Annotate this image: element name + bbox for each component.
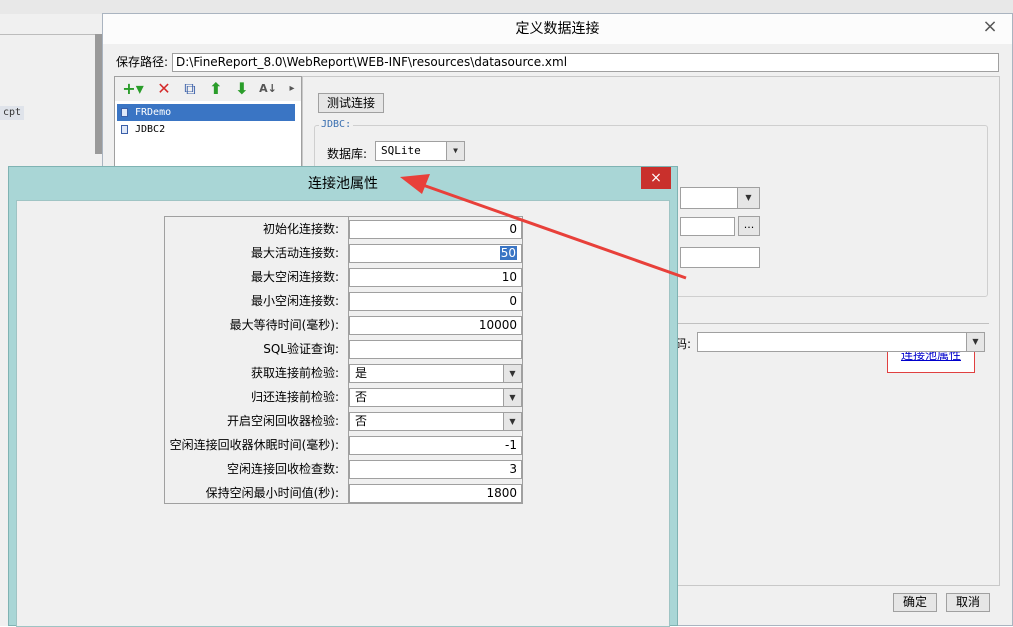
cancel-button[interactable]: 取消 [946, 593, 990, 612]
form-label: 空闲连接回收检查数: [226, 462, 339, 476]
test-connection-button[interactable]: 测试连接 [318, 93, 384, 113]
input-value: 10000 [478, 318, 517, 332]
file-type-tag: cpt [0, 106, 24, 120]
form-row: 最大等待时间(毫秒): 10000 [165, 313, 522, 337]
form-row: 初始化连接数: 0 [165, 217, 522, 241]
form-input[interactable]: -1 [349, 436, 522, 455]
form-label: 最大活动连接数: [250, 246, 339, 260]
form-row: 最大活动连接数: 50 [165, 241, 522, 265]
pool-dialog-body: 初始化连接数: 0 最大活动连接数: 50 最大空闲连接数: 10 最小空闲连接数: 0 最大等… [16, 200, 670, 627]
form-row: 空闲连接回收器休眠时间(毫秒): -1 [165, 433, 522, 457]
input-value: 1800 [486, 486, 517, 500]
database-select[interactable]: SQLite ▼ [375, 141, 465, 161]
form-row: 最大空闲连接数: 10 [165, 265, 522, 289]
background-toolbar [0, 0, 1013, 14]
dropdown-arrow-icon[interactable]: ▼ [446, 142, 464, 160]
add-icon[interactable]: +▾ [121, 80, 145, 98]
select-value: 否 [355, 414, 368, 428]
form-label: 保持空闲最小时间值(秒): [205, 486, 339, 500]
url-field[interactable] [680, 217, 735, 236]
connection-name: JDBC2 [135, 124, 166, 135]
move-up-icon[interactable]: ⬆ [207, 80, 225, 98]
database-label: 数据库: [327, 147, 368, 161]
save-path-field[interactable]: D:\FineReport_8.0\WebReport\WEB-INF\reso… [172, 53, 999, 72]
list-item[interactable]: FRDemo [117, 104, 295, 121]
form-label: 空闲连接回收器休眠时间(毫秒): [169, 438, 339, 452]
dropdown-arrow-icon[interactable]: ▼ [503, 413, 521, 430]
form-row: 获取连接前检验: 是 ▼ [165, 361, 522, 385]
more-icon[interactable]: ▸ [285, 80, 299, 98]
form-label: 归还连接前检验: [250, 390, 339, 404]
move-down-icon[interactable]: ⬇ [233, 80, 251, 98]
form-input[interactable]: 0 [349, 292, 522, 311]
dropdown-arrow-icon[interactable]: ▼ [737, 188, 759, 208]
form-input[interactable]: 10 [349, 268, 522, 287]
form-row: 保持空闲最小时间值(秒): 1800 [165, 481, 522, 505]
ok-button[interactable]: 确定 [893, 593, 937, 612]
dropdown-arrow-icon[interactable]: ▼ [966, 333, 984, 351]
input-value: 0 [509, 294, 517, 308]
form-row: 归还连接前检验: 否 ▼ [165, 385, 522, 409]
input-value: 0 [509, 222, 517, 236]
dropdown-arrow-icon[interactable]: ▼ [503, 389, 521, 406]
save-path-label: 保存路径: [116, 55, 169, 69]
select-value: 否 [355, 390, 368, 404]
username-field[interactable] [680, 247, 760, 268]
form-row: 最小空闲连接数: 0 [165, 289, 522, 313]
form-row: SQL验证查询: [165, 337, 522, 361]
connection-name: FRDemo [135, 107, 172, 118]
dropdown-arrow-icon[interactable]: ▼ [503, 365, 521, 382]
form-select[interactable]: 否 ▼ [349, 412, 522, 431]
input-value: -1 [505, 438, 517, 452]
driver-select[interactable]: ▼ [680, 187, 760, 209]
form-label: 最大等待时间(毫秒): [229, 318, 339, 332]
close-icon[interactable]: × [977, 16, 1003, 38]
pool-form: 初始化连接数: 0 最大活动连接数: 50 最大空闲连接数: 10 最小空闲连接数: 0 最大等… [164, 216, 523, 504]
form-row: 空闲连接回收检查数: 3 [165, 457, 522, 481]
divider [673, 323, 989, 324]
list-item[interactable]: JDBC2 [117, 121, 295, 138]
form-input[interactable]: 1800 [349, 484, 522, 503]
database-value: SQLite [381, 144, 421, 157]
browse-button[interactable]: ... [738, 216, 760, 236]
close-icon[interactable]: × [641, 167, 671, 189]
form-input[interactable]: 0 [349, 220, 522, 239]
input-value: 3 [509, 462, 517, 476]
background-scrollbar[interactable] [95, 34, 102, 154]
form-select[interactable]: 是 ▼ [349, 364, 522, 383]
form-label: 最大空闲连接数: [250, 270, 339, 284]
encoding-select[interactable]: ▼ [697, 332, 985, 352]
input-value: 50 [499, 246, 517, 260]
form-input[interactable]: 10000 [349, 316, 522, 335]
form-label: 最小空闲连接数: [250, 294, 339, 308]
dialog-title: 定义数据连接 [103, 14, 1012, 44]
form-label: SQL验证查询: [263, 342, 339, 356]
connection-icon [121, 108, 128, 117]
connection-icon [121, 125, 128, 134]
form-select[interactable]: 否 ▼ [349, 388, 522, 407]
input-value: 10 [501, 270, 517, 284]
form-label: 获取连接前检验: [250, 366, 339, 380]
delete-icon[interactable]: ✕ [155, 80, 173, 98]
form-input[interactable]: 3 [349, 460, 522, 479]
form-row: 开启空闲回收器检验: 否 ▼ [165, 409, 522, 433]
form-label: 初始化连接数: [262, 222, 339, 236]
jdbc-legend: JDBC: [319, 118, 354, 132]
dialog-title: 连接池属性 [308, 176, 378, 192]
connection-toolbar: +▾ ✕ ⧉ ⬆ ⬇ A↓ ▸ [115, 77, 301, 101]
form-label: 开启空闲回收器检验: [226, 414, 339, 428]
form-input[interactable] [349, 340, 522, 359]
select-value: 是 [355, 366, 368, 380]
pool-properties-dialog: 连接池属性 × 初始化连接数: 0 最大活动连接数: 50 最大空闲连接数: 10 最小空闲… [8, 166, 678, 627]
background-divider [0, 34, 96, 35]
sort-icon[interactable]: A↓ [257, 80, 279, 98]
copy-icon[interactable]: ⧉ [181, 80, 199, 98]
form-input[interactable]: 50 [349, 244, 522, 263]
